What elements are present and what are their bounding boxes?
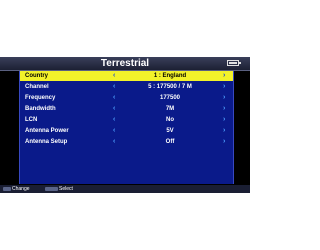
left-arrow-icon[interactable]: ‹	[113, 137, 115, 147]
setting-label: Country	[25, 73, 48, 79]
left-arrow-icon[interactable]: ‹	[113, 115, 115, 125]
left-arrow-icon[interactable]: ‹	[113, 71, 115, 81]
setting-value: 7M	[165, 106, 175, 112]
remote-key-icon	[45, 187, 58, 191]
setting-row-antenna-setup[interactable]: Antenna Setup ‹ Off ›	[20, 137, 233, 147]
remote-key-icon	[3, 187, 11, 191]
setting-value: No	[166, 117, 174, 123]
setting-label: Channel	[25, 84, 49, 90]
change-hint: Change	[12, 186, 30, 192]
settings-panel: Country ‹ 1 : England › Channel ‹ 5 : 17…	[19, 71, 234, 184]
setting-value: Off	[165, 139, 175, 145]
left-arrow-icon[interactable]: ‹	[113, 126, 115, 136]
right-arrow-icon[interactable]: ›	[223, 126, 225, 136]
select-hint: Select	[59, 186, 73, 192]
tv-screen: Terrestrial Country ‹ 1 : England › Chan…	[0, 57, 250, 193]
setting-row-bandwidth[interactable]: Bandwidth ‹ 7M ›	[20, 104, 233, 114]
footer-bar: Change Select	[0, 185, 250, 193]
setting-row-lcn[interactable]: LCN ‹ No ›	[20, 115, 233, 125]
setting-label: Bandwidth	[25, 106, 56, 112]
right-arrow-icon[interactable]: ›	[223, 82, 225, 92]
right-arrow-icon[interactable]: ›	[223, 115, 225, 125]
page-title: Terrestrial	[100, 58, 150, 69]
left-arrow-icon[interactable]: ‹	[113, 104, 115, 114]
setting-label: LCN	[25, 117, 38, 123]
right-arrow-icon[interactable]: ›	[223, 137, 225, 147]
setting-label: Antenna Setup	[25, 139, 68, 145]
right-arrow-icon[interactable]: ›	[223, 71, 225, 81]
left-arrow-icon[interactable]: ‹	[113, 82, 115, 92]
setting-value: 1 : England	[153, 73, 187, 79]
battery-icon	[227, 60, 241, 66]
right-arrow-icon[interactable]: ›	[223, 104, 225, 114]
left-arrow-icon[interactable]: ‹	[113, 93, 115, 103]
setting-label: Frequency	[25, 95, 56, 101]
setting-value: 177500	[159, 95, 181, 101]
setting-label: Antenna Power	[25, 128, 69, 134]
setting-row-channel[interactable]: Channel ‹ 5 : 177500 / 7 M ›	[20, 82, 233, 92]
right-arrow-icon[interactable]: ›	[223, 93, 225, 103]
setting-row-country[interactable]: Country ‹ 1 : England ›	[20, 71, 233, 81]
setting-value: 5 : 177500 / 7 M	[148, 84, 192, 90]
setting-value: 5V	[166, 128, 174, 134]
setting-row-antenna-power[interactable]: Antenna Power ‹ 5V ›	[20, 126, 233, 136]
setting-row-frequency[interactable]: Frequency ‹ 177500 ›	[20, 93, 233, 103]
header-bar: Terrestrial	[0, 57, 250, 71]
